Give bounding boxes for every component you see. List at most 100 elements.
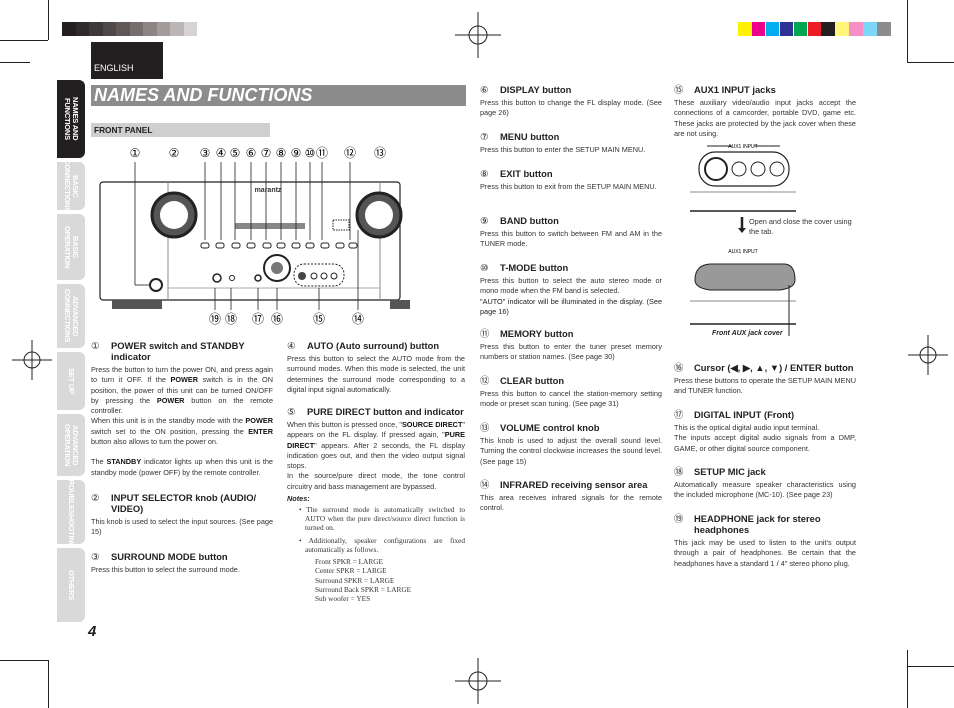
page-title: NAMES AND FUNCTIONS [91, 85, 466, 106]
side-tab[interactable]: OTHERS [57, 548, 85, 622]
item-8: ⑧ EXIT button Press this button to exit fr… [480, 168, 662, 192]
item-number: ③ [91, 551, 100, 562]
item-text: This knob is used to select the input so… [91, 517, 273, 537]
item-heading: ⑱ SETUP MIC jack [674, 466, 856, 477]
panel-button [348, 242, 358, 249]
item-text: Press the button to turn the power ON, a… [91, 365, 274, 416]
speaker-config: Surround SPKR = LARGE [315, 575, 395, 585]
item-text: Press this button to cancel the station-… [480, 389, 662, 409]
item-6: ⑥ DISPLAY button Press this button to chan… [480, 84, 662, 119]
callout-bottom: ⑲ [209, 312, 221, 326]
item-text: When this unit is in the standby mode wi… [91, 416, 273, 447]
item-number: ⑦ [480, 131, 489, 142]
item-number: ⑤ [287, 406, 296, 417]
item-text: Press this button to select the AUTO mod… [287, 354, 465, 394]
speaker-config: Center SPKR = LARGE [315, 566, 387, 576]
color-swatch [807, 22, 821, 36]
callout-top: ⑨ [291, 146, 302, 160]
item-14: ⑭ INFRARED receiving sensor area This area… [480, 479, 662, 514]
item-title: AUTO (Auto surround) button [307, 340, 440, 351]
registration-mark [908, 335, 948, 375]
side-tab-label: NAMES AND FUNCTIONS [63, 97, 80, 141]
side-tab[interactable]: ADVANCED CONNECTIONS [57, 284, 85, 348]
item-title: CLEAR button [500, 375, 565, 386]
item-text: Press this button to enter the SETUP MAI… [480, 145, 646, 154]
color-swatch [765, 22, 780, 36]
item-9: ⑨ BAND button Press this button to switch … [480, 215, 662, 250]
crop-mark [907, 650, 908, 708]
item-number: ④ [287, 340, 296, 351]
side-tab[interactable]: SET UP [57, 352, 85, 410]
callout-bottom: ⑯ [271, 312, 283, 326]
callout-top: ① [130, 146, 141, 160]
callout-top: ⑤ [230, 146, 241, 160]
item-number: ⑨ [480, 215, 489, 226]
gray-swatch [62, 22, 76, 36]
item-text: These auxiliary video/audio input jacks … [674, 98, 856, 138]
item-heading: ⑬ VOLUME control knob [480, 422, 662, 433]
item-title: T-MODE button [500, 262, 569, 273]
color-swatch [738, 22, 752, 36]
callout-top: ⑬ [374, 146, 386, 160]
color-swatch [779, 22, 794, 36]
item-heading: ⑭ INFRARED receiving sensor area [480, 479, 662, 490]
speaker-config: Front SPKR = LARGE [315, 557, 383, 567]
brand-logo: marantz [255, 187, 282, 194]
callout-top: ⑦ [261, 146, 272, 160]
item-title: INPUT SELECTOR knob (AUDIO/ VIDEO) [111, 492, 257, 514]
note: • The surround mode is automatically swi… [299, 505, 465, 533]
item-number: ⑬ [480, 422, 490, 433]
side-tab[interactable]: ADVANCED OPERATION [57, 414, 85, 476]
item-text: Press this button to enter the tuner pre… [480, 342, 662, 362]
item-title: AUX1 INPUT jacks [694, 84, 776, 95]
callout-top: ② [169, 146, 180, 160]
language-tab: ENGLISH [91, 42, 163, 79]
panel-button [200, 242, 210, 249]
item-heading: ⑮ AUX1 INPUT jacks [674, 84, 856, 95]
side-tab-label: OTHERS [67, 569, 76, 601]
item-number: ⑮ [674, 84, 684, 95]
svg-text:AUX1 INPUT: AUX1 INPUT [728, 144, 757, 150]
item-text: "AUTO" indicator will be illuminated in … [480, 296, 662, 316]
callout-bottom: ⑭ [352, 312, 364, 326]
side-tab[interactable]: BASIC OPERATION [57, 214, 85, 280]
speaker-config: Surround Back SPKR = LARGE [315, 584, 412, 594]
gray-swatch [129, 22, 143, 36]
item-title: POWER switch and STANDBY indicator [111, 340, 245, 362]
crop-mark [0, 62, 30, 63]
item-title: DIGITAL INPUT (Front) [694, 409, 795, 420]
item-number: ⑭ [480, 479, 490, 490]
notes-label: Notes: [287, 494, 310, 504]
item-heading: ④ AUTO (Auto surround) button [287, 340, 465, 351]
item-12: ⑫ CLEAR button Press this button to cancel… [480, 375, 662, 410]
crop-mark [907, 62, 954, 63]
item-10: ⑩ T-MODE button Press this button to selec… [480, 262, 662, 317]
item-heading: ⑰ DIGITAL INPUT (Front) [674, 409, 856, 420]
item-text: The inputs accept digital audio signals … [674, 433, 856, 453]
power-button [149, 278, 163, 292]
item-title: BAND button [500, 215, 559, 226]
side-tab[interactable]: BASIC CONNECTIONS [57, 159, 85, 213]
item-5: ⑤ PURE DIRECT button and indicator When th… [287, 406, 465, 603]
callout-top: ⑫ [344, 146, 356, 160]
item-text: Press this button to switch between FM a… [480, 229, 662, 249]
item-title: INFRARED receiving sensor area [500, 479, 648, 490]
front-panel-diagram: marantz ① ② ③ ④ ⑤ ⑥ ⑦ ⑧ ⑨ ⑩ ⑪ ⑫ ⑬ ⑲ ⑱ ⑰ ⑯ ⑮ ⑭ [99, 146, 410, 326]
side-tab[interactable]: TROUBLESHOOTING [57, 475, 85, 549]
gray-swatch [143, 22, 157, 36]
gray-swatch [116, 22, 130, 36]
item-text: Press this button to select the surround… [91, 565, 240, 574]
item-number: ⑥ [480, 84, 489, 95]
side-tab[interactable]: NAMES AND FUNCTIONS [57, 80, 85, 158]
item-title: MEMORY button [500, 328, 574, 339]
item-15: ⑮ AUX1 INPUT jacks These auxiliary video/a… [674, 84, 856, 139]
registration-mark [455, 12, 501, 58]
item-2: ② INPUT SELECTOR knob (AUDIO/ VIDEO) This … [91, 492, 273, 538]
item-17: ⑰ DIGITAL INPUT (Front) This is the optica… [674, 409, 856, 454]
item-number: ⑯ [674, 362, 684, 373]
item-text: This knob is used to adjust the overall … [480, 436, 662, 466]
panel-button [246, 242, 256, 249]
item-text: In the source/pure direct mode, the tone… [287, 471, 465, 491]
section-heading: FRONT PANEL [91, 123, 270, 137]
item-heading: ② INPUT SELECTOR knob (AUDIO/ VIDEO) [91, 492, 273, 514]
